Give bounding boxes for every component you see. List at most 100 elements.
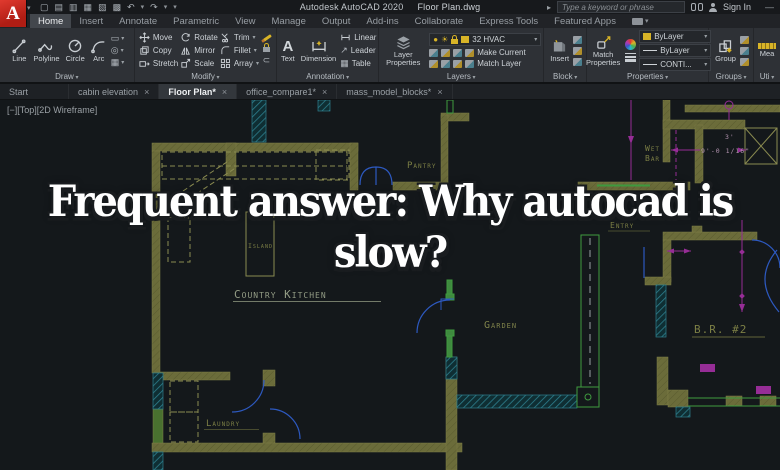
redo-caret-icon[interactable]: ▾ <box>164 3 168 11</box>
search-flyout-icon[interactable]: ▸ <box>547 3 551 12</box>
caret-icon: ▾ <box>253 47 257 54</box>
tool-copy[interactable]: Copy <box>139 45 178 57</box>
tool-mirror[interactable]: Mirror <box>180 45 218 57</box>
plot-icon[interactable]: ▩ <box>113 2 122 12</box>
ribbon-tab-view[interactable]: View <box>227 14 263 28</box>
viewport-view-control[interactable]: [Top] <box>17 105 37 115</box>
doc-tab-start[interactable]: Start <box>0 84 70 99</box>
close-icon[interactable]: × <box>322 87 327 97</box>
ribbon-tab-featured-apps[interactable]: Featured Apps <box>546 14 624 28</box>
tool-arc[interactable]: Arc <box>89 38 109 63</box>
close-icon[interactable]: × <box>437 87 442 97</box>
lineweight-dropdown[interactable]: ByLayer ▾ <box>639 44 712 57</box>
object-color-dropdown[interactable]: ByLayer ▾ <box>639 30 712 43</box>
search-input[interactable] <box>556 1 685 13</box>
group-tool-icon[interactable] <box>739 46 749 55</box>
tool-leader[interactable]: ↗ Leader <box>340 45 376 57</box>
group-tool-icon[interactable] <box>739 35 749 44</box>
panel-footer-block[interactable]: Block <box>544 71 586 82</box>
tool-polyline[interactable]: Polyline <box>31 38 61 63</box>
minimize-icon[interactable]: — <box>765 2 774 12</box>
undo-icon[interactable]: ↶ <box>127 2 135 12</box>
save-icon[interactable]: ▥ <box>69 2 78 12</box>
doc-tab-cabin-elevation[interactable]: cabin elevation × <box>69 84 160 99</box>
panel-properties: Match Properties ByLayer ▾ ByLayer ▾ CON… <box>584 28 712 82</box>
tool-make-current[interactable]: Make Current <box>429 48 541 57</box>
viewport-visual-style-control[interactable]: [2D Wireframe] <box>37 105 98 115</box>
tool-table[interactable]: ▦ Table <box>340 58 376 70</box>
close-icon[interactable]: × <box>222 87 227 97</box>
panel-footer-annotation[interactable]: Annotation <box>277 71 378 82</box>
tool-stretch[interactable]: Stretch <box>139 58 178 70</box>
tool-array[interactable]: Array ▾ <box>220 58 259 70</box>
tool-text[interactable]: A Text <box>279 39 297 63</box>
save-as-icon[interactable]: ▦ <box>84 2 93 12</box>
new-file-icon[interactable]: ▢ <box>40 2 49 12</box>
doc-tab-mass-model-blocks[interactable]: mass_model_blocks* × <box>337 84 453 99</box>
tool-trim[interactable]: Trim ▾ <box>220 32 259 44</box>
doc-tab-office-compare[interactable]: office_compare1* × <box>237 84 338 99</box>
ribbon-tab-parametric[interactable]: Parametric <box>165 14 227 28</box>
ribbon-tab-manage[interactable]: Manage <box>264 14 314 28</box>
tool-match-layer[interactable]: Match Layer <box>429 59 541 68</box>
erase-icon[interactable] <box>261 33 272 43</box>
redo-icon[interactable]: ↷ <box>150 2 158 12</box>
ribbon-tab-output[interactable]: Output <box>314 14 359 28</box>
tool-ellipse[interactable]: ◎ ▾ <box>111 46 125 55</box>
drawing-canvas[interactable]: [−] [Top] [2D Wireframe] Pantry Wet Bar … <box>0 100 780 470</box>
panel-footer-groups[interactable]: Groups <box>709 71 753 82</box>
block-tool-icon[interactable] <box>573 35 583 44</box>
open-file-icon[interactable]: ▤ <box>55 2 64 12</box>
tool-line[interactable]: Line <box>9 38 29 63</box>
close-icon[interactable]: × <box>144 87 149 97</box>
doc-tab-floor-plan[interactable]: Floor Plan* × <box>159 84 238 99</box>
tool-circle[interactable]: Circle <box>64 38 87 63</box>
lineweight-icon[interactable] <box>625 53 637 62</box>
layer-dropdown[interactable]: ● ☀ 32 HVAC ▾ <box>429 33 542 46</box>
tool-dimension[interactable]: Dimension <box>299 38 338 63</box>
ribbon-tab-express-tools[interactable]: Express Tools <box>471 14 546 28</box>
lock-icon[interactable] <box>262 42 270 52</box>
linetype-dropdown[interactable]: CONTI... ▾ <box>639 58 712 71</box>
ribbon-tab-insert[interactable]: Insert <box>71 14 111 28</box>
sign-in-button[interactable]: Sign In <box>723 2 751 12</box>
panel-footer-layers[interactable]: Layers <box>379 71 543 82</box>
autocad-logo[interactable]: A <box>0 0 27 27</box>
block-tool-icon[interactable] <box>573 57 583 66</box>
undo-caret-icon[interactable]: ▾ <box>141 3 145 11</box>
tool-rotate[interactable]: Rotate <box>180 32 218 44</box>
tool-hatch[interactable]: ▦ ▾ <box>111 58 125 67</box>
tool-rectangle[interactable]: ▭ ▾ <box>111 34 125 43</box>
ribbon-tab-home[interactable]: Home <box>30 14 72 28</box>
user-icon[interactable] <box>708 2 717 12</box>
tool-scale[interactable]: Scale <box>180 58 218 70</box>
tool-measure[interactable]: Mea <box>756 43 778 58</box>
logo-caret-icon[interactable]: ▾ <box>27 4 31 12</box>
panel-footer-properties[interactable]: Properties <box>587 71 708 82</box>
ribbon-tab-annotate[interactable]: Annotate <box>111 14 165 28</box>
tool-insert[interactable]: Insert <box>548 39 571 63</box>
viewport-minimize-control[interactable]: [−] <box>7 105 17 115</box>
layer-tool-icon <box>453 59 463 68</box>
search-binoculars-icon[interactable] <box>690 3 703 11</box>
tool-move[interactable]: Move <box>139 32 178 44</box>
tool-match-properties[interactable]: Match Properties <box>584 35 622 67</box>
tool-group[interactable]: Group <box>713 39 738 63</box>
group-tool-icon[interactable] <box>739 57 749 66</box>
panel-footer-utilities[interactable]: Uti <box>754 71 780 82</box>
qat-customize-icon[interactable]: ▾ <box>173 3 177 11</box>
color-wheel-icon[interactable] <box>625 39 637 50</box>
panel-footer-draw[interactable]: Draw <box>0 71 134 82</box>
ribbon-display-toggle[interactable]: ▾ <box>631 14 648 28</box>
tool-layer-properties[interactable]: Layer Properties <box>381 35 425 67</box>
panel-footer-modify[interactable]: Modify <box>135 71 277 82</box>
magnet-icon[interactable]: ⊂ <box>263 55 271 65</box>
tool-label: Linear <box>354 32 377 42</box>
ribbon-tab-collaborate[interactable]: Collaborate <box>407 14 472 28</box>
block-tool-icon[interactable] <box>573 46 583 55</box>
tool-linear[interactable]: Linear <box>340 32 376 44</box>
ribbon-tab-addins[interactable]: Add-ins <box>358 14 406 28</box>
export-icon[interactable]: ▧ <box>98 2 107 12</box>
lineweight-value: ByLayer <box>660 46 690 55</box>
tool-fillet[interactable]: Fillet ▾ <box>220 45 259 57</box>
